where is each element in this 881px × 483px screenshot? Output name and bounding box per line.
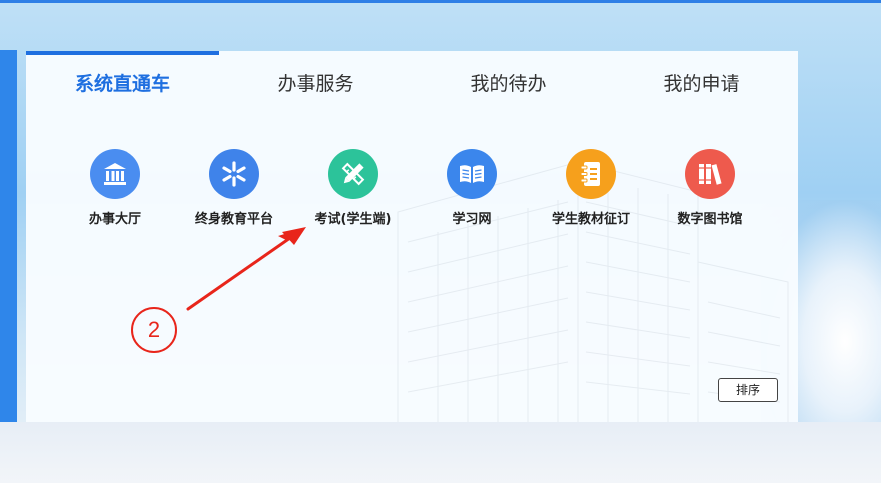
step-number-badge: 2 — [131, 307, 177, 353]
app-label: 学习网 — [452, 212, 492, 227]
sort-button[interactable]: 排序 — [718, 378, 778, 402]
tab-services[interactable]: 办事服务 — [219, 69, 412, 99]
app-label: 办事大厅 — [88, 212, 141, 227]
asterisk-icon — [209, 149, 259, 199]
background-bottom — [0, 422, 881, 483]
bank-icon — [90, 149, 140, 199]
system-portal-card: 系统直通车 办事服务 我的待办 我的申请 办事大厅 终身教育平台 考试(学生端)… — [26, 51, 798, 422]
books-icon — [685, 149, 735, 199]
app-service-hall[interactable]: 办事大厅 — [55, 149, 175, 229]
app-digital-library[interactable]: 数字图书馆 — [650, 149, 770, 229]
top-stripe — [0, 0, 881, 3]
app-textbook-ordering[interactable]: 学生教材征订 — [531, 149, 651, 229]
notebook-icon — [566, 149, 616, 199]
app-learning-network[interactable]: 学习网 — [412, 149, 532, 229]
pencil-ruler-icon — [328, 149, 378, 199]
app-exam-student[interactable]: 考试(学生端) — [293, 149, 413, 229]
tab-system-express[interactable]: 系统直通车 — [26, 69, 219, 99]
app-label: 数字图书馆 — [677, 212, 743, 227]
tab-my-applications[interactable]: 我的申请 — [605, 69, 798, 99]
left-side-panel — [0, 50, 17, 422]
active-tab-indicator — [26, 51, 219, 55]
app-label: 终身教育平台 — [194, 212, 273, 227]
open-book-icon — [447, 149, 497, 199]
tab-bar: 系统直通车 办事服务 我的待办 我的申请 — [26, 69, 798, 99]
tab-my-todo[interactable]: 我的待办 — [412, 69, 605, 99]
app-lifelong-education[interactable]: 终身教育平台 — [174, 149, 294, 229]
app-label: 学生教材征订 — [551, 212, 630, 227]
app-label: 考试(学生端) — [314, 212, 392, 227]
